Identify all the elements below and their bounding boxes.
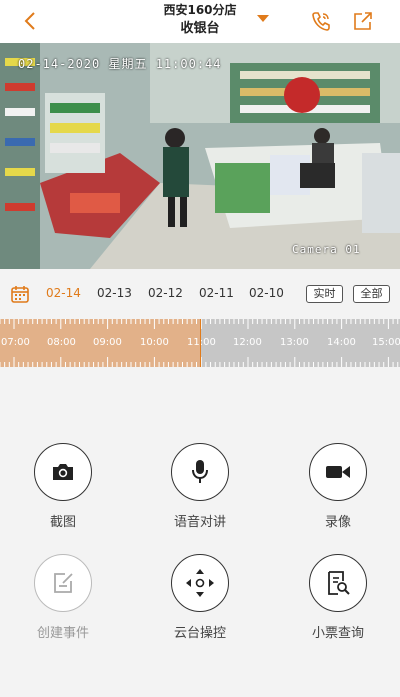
- edit-icon: [54, 573, 73, 593]
- ptz-control-label: 云台操控: [173, 626, 226, 641]
- timeline-hour-label: 13:00: [280, 337, 309, 348]
- date-bar: 02-14 02-13 02-12 02-11 02-10 实时 全部: [0, 280, 400, 312]
- timeline-hour-label: 11:00: [187, 337, 216, 348]
- receipt-query-label: 小票查询: [311, 626, 364, 641]
- timeline-hour-label: 14:00: [327, 337, 356, 348]
- camera-icon: [53, 464, 73, 480]
- live-button[interactable]: 实时: [306, 285, 343, 303]
- calendar-icon[interactable]: [10, 284, 30, 304]
- date-tab[interactable]: 02-12: [148, 286, 183, 300]
- title-dropdown[interactable]: 西安160分店 收银台: [120, 1, 280, 39]
- record-label: 录像: [324, 515, 351, 530]
- timeline-playhead[interactable]: [200, 319, 201, 367]
- receipt-query-button[interactable]: 小票查询: [283, 554, 393, 641]
- top-bar: 西安160分店 收银台: [0, 0, 400, 43]
- all-button[interactable]: 全部: [353, 285, 390, 303]
- ptz-control-icon: [186, 569, 214, 597]
- store-name: 西安160分店: [163, 3, 237, 17]
- video-timestamp: 02-14-2020 星期五 11:00:44: [18, 57, 222, 71]
- voice-intercom-label: 语音对讲: [173, 515, 226, 530]
- screenshot-button[interactable]: 截图: [8, 443, 118, 530]
- date-tab[interactable]: 02-10: [249, 286, 284, 300]
- timeline-hour-label: 12:00: [233, 337, 262, 348]
- camera-label: Camera 01: [292, 243, 361, 256]
- date-tab[interactable]: 02-11: [199, 286, 234, 300]
- screenshot-label: 截图: [49, 515, 76, 530]
- ptz-control-button[interactable]: 云台操控: [145, 554, 255, 641]
- timeline-hour-label: 08:00: [47, 337, 76, 348]
- date-tab[interactable]: 02-13: [97, 286, 132, 300]
- timeline-hour-label: 07:00: [1, 337, 30, 348]
- share-icon[interactable]: [352, 10, 374, 32]
- video-camera-icon: [326, 466, 350, 478]
- store-camera-scene: [0, 43, 400, 269]
- dropdown-caret-icon[interactable]: [257, 15, 269, 22]
- phone-call-icon[interactable]: [310, 10, 332, 32]
- playback-timeline[interactable]: 07:00 08:00 09:00 10:00 11:00 12:00 13:0…: [0, 319, 400, 367]
- microphone-icon: [192, 460, 208, 483]
- date-tab[interactable]: 02-14: [46, 286, 81, 300]
- voice-intercom-button[interactable]: 语音对讲: [145, 443, 255, 530]
- timeline-hour-label: 15:00: [372, 337, 400, 348]
- video-player[interactable]: 02-14-2020 星期五 11:00:44 Camera 01: [0, 43, 400, 269]
- timeline-hour-label: 09:00: [93, 337, 122, 348]
- create-event-button[interactable]: 创建事件: [8, 554, 118, 641]
- receipt-search-icon: [328, 571, 350, 595]
- record-button[interactable]: 录像: [283, 443, 393, 530]
- desk-name: 收银台: [180, 21, 220, 36]
- timeline-hour-label: 10:00: [140, 337, 169, 348]
- create-event-label: 创建事件: [36, 626, 89, 641]
- back-arrow-icon[interactable]: [20, 10, 42, 32]
- action-panel: 截图 语音对讲 录像 创建事件 云台操控 小票查询: [0, 372, 400, 697]
